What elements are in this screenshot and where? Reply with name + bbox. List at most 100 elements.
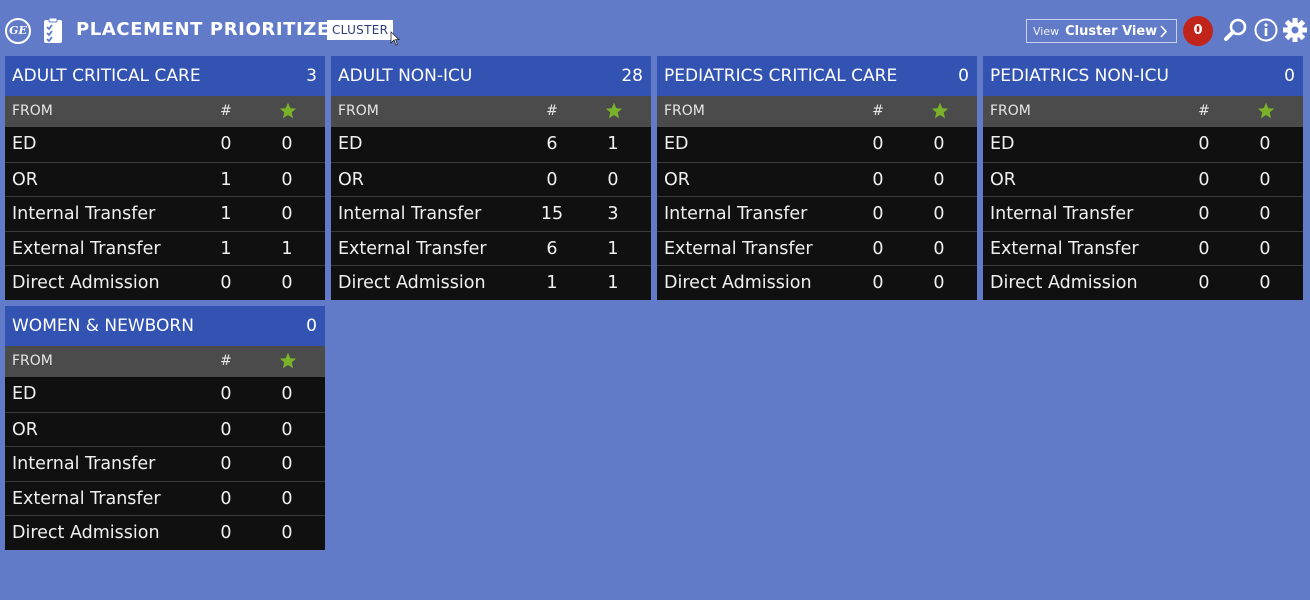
row-count: 0 [1198,134,1210,154]
source-rows: ED 0 0 OR 0 0 Internal Transfer 0 0 External Tran… [983,127,1303,300]
row-count: 0 [220,273,232,293]
table-row[interactable]: ED 0 0 [5,127,325,162]
row-count: 0 [1198,273,1210,293]
row-count: 1 [220,238,232,259]
row-starred-count: 0 [1259,273,1271,293]
panel-title: PEDIATRICS CRITICAL CARE [664,66,898,86]
row-count: 0 [220,454,232,474]
row-source-label: Internal Transfer [12,454,156,474]
table-row[interactable]: Internal Transfer 0 0 [983,196,1303,231]
table-row[interactable]: Internal Transfer 1 0 [5,196,325,231]
row-starred-count: 0 [1259,169,1271,190]
row-count: 1 [220,204,232,224]
panel-adult-non-icu[interactable]: ADULT NON-ICU 28 FROM # ED 6 1 OR 0 0 Internal Tra… [331,56,651,300]
row-source-label: External Transfer [990,238,1139,259]
table-row[interactable]: Internal Transfer 0 0 [5,446,325,481]
table-row[interactable]: External Transfer 0 0 [5,480,325,516]
source-rows: ED 6 1 OR 0 0 Internal Transfer 15 3 External Tra… [331,127,651,300]
row-starred-count: 0 [281,384,293,404]
table-row[interactable]: External Transfer 1 1 [5,230,325,266]
panel-total-count: 0 [306,316,317,336]
row-starred-count: 0 [1259,204,1271,224]
column-header-count: # [872,103,884,119]
gear-icon[interactable] [1282,17,1308,43]
row-count: 0 [1198,204,1210,224]
table-row[interactable]: Direct Admission 1 1 [331,265,651,300]
row-source-label: ED [338,134,363,154]
view-selector-button[interactable]: View Cluster View [1026,19,1177,43]
table-row[interactable]: ED 6 1 [331,127,651,162]
row-source-label: Direct Admission [12,523,160,543]
panel-total-count: 0 [1284,66,1295,86]
table-row[interactable]: OR 0 0 [5,411,325,447]
panel-adult-critical-care[interactable]: ADULT CRITICAL CARE 3 FROM # ED 0 0 OR 1 0 Interna… [5,56,325,300]
panel-pediatrics-critical-care[interactable]: PEDIATRICS CRITICAL CARE 0 FROM # ED 0 0 OR 0 0 In… [657,56,977,300]
table-row[interactable]: OR 1 0 [5,161,325,197]
row-starred-count: 0 [281,169,293,190]
ge-logo-icon[interactable]: GE [5,18,31,44]
row-source-label: Direct Admission [12,273,160,293]
star-icon [279,102,297,119]
panel-header[interactable]: PEDIATRICS CRITICAL CARE 0 [657,56,977,96]
table-row[interactable]: External Transfer 0 0 [657,230,977,266]
column-header-from: FROM [664,103,705,119]
row-source-label: Direct Admission [664,273,812,293]
panel-header[interactable]: WOMEN & NEWBORN 0 [5,306,325,346]
table-row[interactable]: Internal Transfer 15 3 [331,196,651,231]
panel-total-count: 0 [958,66,969,86]
row-source-label: Internal Transfer [338,204,482,224]
row-count: 6 [546,238,558,259]
row-source-label: External Transfer [664,238,813,259]
row-starred-count: 0 [933,273,945,293]
table-row[interactable]: OR 0 0 [331,161,651,197]
table-row[interactable]: Direct Admission 0 0 [5,515,325,550]
table-row[interactable]: ED 0 0 [5,377,325,412]
top-bar: GE PLACEMENT PRIORITIZER CLUSTER View Cl… [0,0,1310,56]
column-header-count: # [546,103,558,119]
chevron-right-icon [1160,25,1168,38]
table-row[interactable]: ED 0 0 [657,127,977,162]
column-header-from: FROM [12,103,53,119]
row-count: 0 [220,523,232,543]
table-row[interactable]: Direct Admission 0 0 [5,265,325,300]
row-count: 0 [220,384,232,404]
column-header-from: FROM [12,353,53,369]
row-starred-count: 0 [933,238,945,259]
clipboard-icon[interactable] [43,17,63,44]
view-label: View [1033,24,1060,38]
panel-header[interactable]: PEDIATRICS NON-ICU 0 [983,56,1303,96]
row-count: 1 [220,169,232,190]
row-starred-count: 1 [281,238,293,259]
column-header-from: FROM [338,103,379,119]
table-row[interactable]: OR 0 0 [657,161,977,197]
table-row[interactable]: Direct Admission 0 0 [657,265,977,300]
table-row[interactable]: Internal Transfer 0 0 [657,196,977,231]
row-starred-count: 0 [281,488,293,509]
panel-header[interactable]: ADULT CRITICAL CARE 3 [5,56,325,96]
table-row[interactable]: External Transfer 6 1 [331,230,651,266]
mouse-cursor-icon [390,31,400,46]
alert-count-badge[interactable]: 0 [1183,16,1213,46]
row-source-label: ED [12,384,37,404]
panel-women-newborn[interactable]: WOMEN & NEWBORN 0 FROM # ED 0 0 OR 0 0 Internal Tr… [5,306,325,550]
row-starred-count: 0 [1259,134,1271,154]
table-row[interactable]: Direct Admission 0 0 [983,265,1303,300]
row-starred-count: 0 [607,169,619,190]
panel-pediatrics-non-icu[interactable]: PEDIATRICS NON-ICU 0 FROM # ED 0 0 OR 0 0 Internal… [983,56,1303,300]
table-row[interactable]: ED 0 0 [983,127,1303,162]
search-icon[interactable] [1223,17,1249,43]
panel-header[interactable]: ADULT NON-ICU 28 [331,56,651,96]
view-value: Cluster View [1065,23,1158,39]
column-header-row: FROM # [983,96,1303,127]
column-header-count: # [1198,103,1210,119]
app-title: PLACEMENT PRIORITIZER [76,19,345,40]
info-icon[interactable] [1253,17,1279,43]
row-starred-count: 0 [281,454,293,474]
row-starred-count: 1 [607,238,619,259]
row-starred-count: 0 [281,273,293,293]
table-row[interactable]: External Transfer 0 0 [983,230,1303,266]
table-row[interactable]: OR 0 0 [983,161,1303,197]
row-source-label: Internal Transfer [12,204,156,224]
row-count: 0 [872,169,884,190]
row-source-label: OR [664,169,690,190]
